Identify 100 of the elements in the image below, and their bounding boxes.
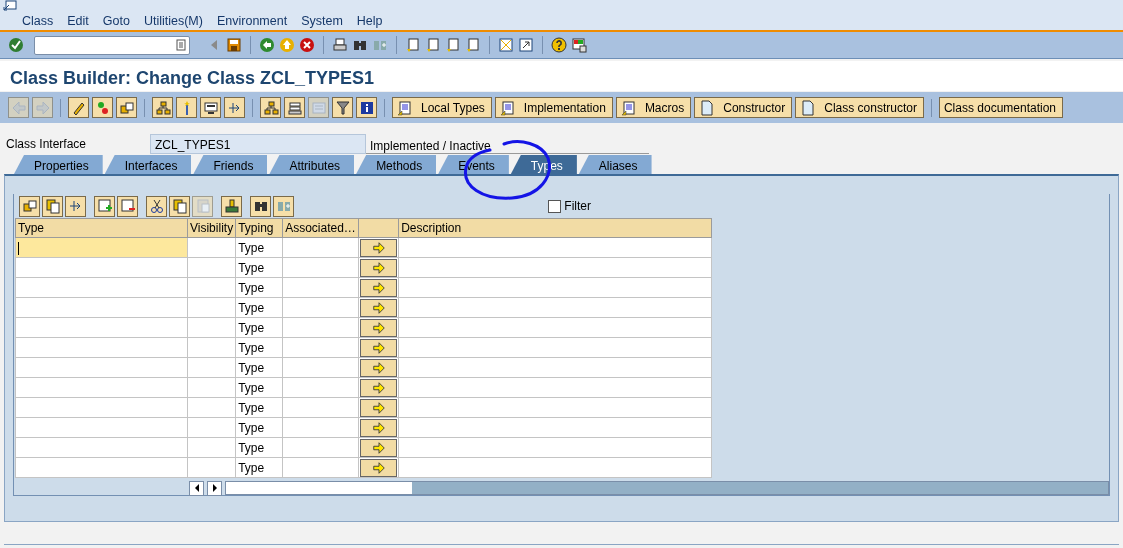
copy-row-button[interactable] — [42, 195, 63, 217]
input-field[interactable] — [15, 337, 188, 358]
edit-button[interactable] — [68, 97, 89, 118]
activate-button[interactable] — [176, 97, 197, 118]
last-page-icon[interactable] — [465, 37, 481, 53]
scroll-left-button[interactable] — [189, 480, 204, 496]
arrow-button[interactable] — [360, 258, 398, 277]
back-icon[interactable] — [259, 37, 275, 53]
arrow-icon — [370, 400, 387, 415]
forward-button[interactable] — [32, 97, 53, 118]
tree-button[interactable] — [260, 97, 281, 118]
status-text: Implemented / Inactive — [366, 134, 649, 154]
form-icon — [310, 99, 327, 116]
toolbar-button[interactable]: Local Types — [392, 97, 492, 118]
scrollbar-track[interactable] — [225, 481, 1109, 495]
input-field[interactable] — [15, 397, 188, 418]
squares-icon — [21, 198, 38, 214]
help-icon[interactable] — [551, 37, 567, 53]
paste-icon — [194, 198, 211, 214]
input-field[interactable] — [15, 317, 188, 338]
first-page-icon[interactable] — [405, 37, 421, 53]
arrow-icon — [370, 280, 387, 295]
column-header: Typing — [235, 218, 283, 238]
toolbar-button[interactable]: Class documentation — [938, 97, 1063, 118]
arrow-icon — [370, 320, 387, 335]
toolbar-button[interactable]: Macros — [615, 97, 692, 118]
tab[interactable]: Properties — [14, 155, 103, 174]
tab[interactable]: Aliases — [578, 155, 652, 174]
copy-button[interactable] — [169, 195, 190, 217]
menu-item[interactable]: Utilities(M) — [143, 14, 203, 28]
save-icon[interactable] — [226, 37, 242, 53]
tab[interactable]: Attributes — [269, 155, 355, 174]
input-field[interactable] — [15, 417, 188, 438]
arrow-button[interactable] — [360, 378, 398, 397]
arrow-button[interactable] — [360, 458, 398, 477]
tab[interactable]: Friends — [193, 155, 268, 174]
stack-button[interactable] — [284, 97, 305, 118]
arrow-button[interactable] — [360, 398, 398, 417]
menu-item[interactable]: Class — [22, 14, 54, 28]
scroll-right-button[interactable] — [207, 480, 222, 496]
arrow-button[interactable] — [360, 438, 398, 457]
right-triangle-icon — [211, 484, 218, 492]
next-page-icon[interactable] — [445, 37, 461, 53]
navigate-button[interactable] — [65, 195, 86, 217]
toggle-button[interactable] — [92, 97, 113, 118]
screen-title: Class Builder: Change Class ZCL_TYPES1 — [0, 61, 1123, 91]
toolbar-button[interactable]: Class constructor — [795, 97, 924, 118]
input-field[interactable] — [15, 357, 188, 378]
input-field[interactable] — [15, 457, 188, 478]
tab[interactable]: Methods — [356, 155, 437, 174]
menu-item[interactable]: System — [301, 14, 343, 28]
menu-item[interactable]: Help — [356, 14, 383, 28]
screen-icon — [202, 99, 219, 116]
print-button[interactable] — [221, 195, 242, 217]
input-field[interactable] — [15, 297, 188, 318]
find-button[interactable] — [250, 195, 271, 217]
arrow-button[interactable] — [360, 238, 398, 257]
enter-icon[interactable] — [8, 37, 24, 53]
arrow-button[interactable] — [360, 318, 398, 337]
filter-button[interactable] — [332, 97, 353, 118]
print-icon[interactable] — [332, 37, 348, 53]
cut-button[interactable] — [146, 195, 167, 217]
info-button[interactable] — [356, 97, 377, 118]
layout-menu-icon[interactable] — [571, 37, 587, 53]
menu-item[interactable]: Environment — [216, 14, 288, 28]
hierarchy-icon — [154, 99, 171, 116]
toolbar-button[interactable]: Constructor — [694, 97, 793, 118]
hierarchy-button[interactable] — [152, 97, 173, 118]
window-icon[interactable] — [3, 0, 17, 12]
paste-button[interactable] — [192, 195, 213, 217]
input-field[interactable] — [15, 257, 188, 278]
arrow-button[interactable] — [360, 338, 398, 357]
input-field[interactable] — [15, 277, 188, 298]
insert-row-button[interactable] — [94, 195, 115, 217]
tab[interactable]: Interfaces — [104, 155, 192, 174]
scrollbar-thumb[interactable] — [226, 482, 412, 494]
command-field[interactable] — [34, 35, 190, 55]
details-button[interactable] — [19, 195, 40, 217]
other-object-button[interactable] — [116, 97, 137, 118]
previous-page-icon[interactable] — [425, 37, 441, 53]
input-field[interactable] — [15, 237, 188, 258]
toolbar-button[interactable]: Implementation — [494, 97, 613, 118]
input-field[interactable] — [15, 437, 188, 458]
display-button[interactable] — [200, 97, 221, 118]
new-session-icon[interactable] — [498, 37, 514, 53]
shortcut-icon[interactable] — [518, 37, 534, 53]
filter-checkbox[interactable] — [548, 199, 562, 213]
back-button[interactable] — [8, 97, 29, 118]
find-next-button[interactable] — [273, 195, 294, 217]
menu-item[interactable]: Goto — [102, 14, 130, 28]
arrow-button[interactable] — [360, 278, 398, 297]
cancel-icon[interactable] — [299, 37, 315, 53]
class-name-field[interactable]: ZCL_TYPES1 — [150, 134, 366, 154]
delete-row-button[interactable] — [117, 195, 138, 217]
arrow-button[interactable] — [360, 418, 398, 437]
input-field[interactable] — [15, 377, 188, 398]
arrow-button[interactable] — [360, 298, 398, 317]
menu-item[interactable]: Edit — [67, 14, 89, 28]
arrow-button[interactable] — [360, 358, 398, 377]
navigate-button[interactable] — [224, 97, 245, 118]
